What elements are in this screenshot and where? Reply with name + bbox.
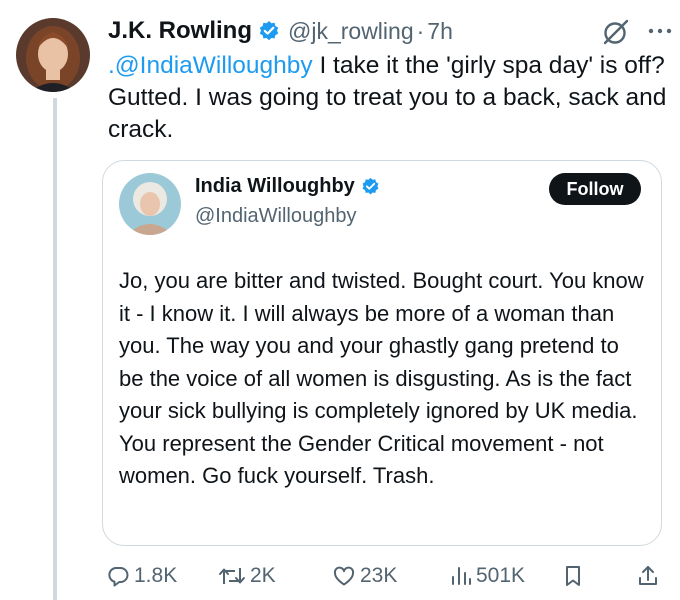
- bookmark-icon: [563, 564, 583, 588]
- bookmark-button[interactable]: [563, 564, 583, 588]
- author-row: J.K. Rowling @jk_rowling · 7h: [108, 14, 664, 48]
- quoted-tweet-card[interactable]: India Willoughby @IndiaWilloughby Follow…: [102, 160, 662, 546]
- reply-icon: [106, 564, 130, 588]
- like-count: 23K: [360, 564, 398, 587]
- more-dots-icon[interactable]: [648, 22, 672, 40]
- quote-author-row: India Willoughby: [195, 175, 380, 198]
- author-name[interactable]: J.K. Rowling: [108, 17, 252, 45]
- follow-button[interactable]: Follow: [549, 173, 641, 205]
- share-button[interactable]: [636, 564, 660, 588]
- verified-badge-icon: [361, 177, 380, 196]
- reply-button[interactable]: 1.8K: [106, 564, 177, 588]
- quote-avatar[interactable]: [119, 173, 181, 235]
- grok-icon[interactable]: [602, 18, 630, 51]
- separator-dot: ·: [416, 17, 425, 44]
- quote-author-handle[interactable]: @IndiaWilloughby: [195, 205, 357, 228]
- author-handle[interactable]: @jk_rowling: [288, 18, 414, 45]
- timestamp[interactable]: 7h: [427, 18, 453, 45]
- share-icon: [636, 564, 660, 588]
- action-bar: 1.8K 2K 23K 501K: [0, 562, 680, 594]
- heart-icon: [332, 564, 356, 588]
- verified-badge-icon: [258, 20, 280, 42]
- quote-author-name[interactable]: India Willoughby: [195, 175, 355, 198]
- avatar[interactable]: [16, 18, 90, 92]
- views-icon: [450, 564, 472, 588]
- views-button[interactable]: 501K: [450, 564, 525, 588]
- thread-line: [53, 98, 57, 600]
- mention-link[interactable]: .@IndiaWilloughby: [108, 52, 313, 79]
- repost-count: 2K: [250, 564, 276, 587]
- quote-text: Jo, you are bitter and twisted. Bought c…: [119, 268, 644, 488]
- like-button[interactable]: 23K: [332, 564, 397, 588]
- reply-count: 1.8K: [134, 564, 178, 587]
- view-count: 501K: [476, 564, 526, 587]
- repost-icon: [218, 564, 246, 588]
- repost-button[interactable]: 2K: [218, 564, 276, 588]
- tweet-text: .@IndiaWilloughby I take it the 'girly s…: [108, 50, 668, 146]
